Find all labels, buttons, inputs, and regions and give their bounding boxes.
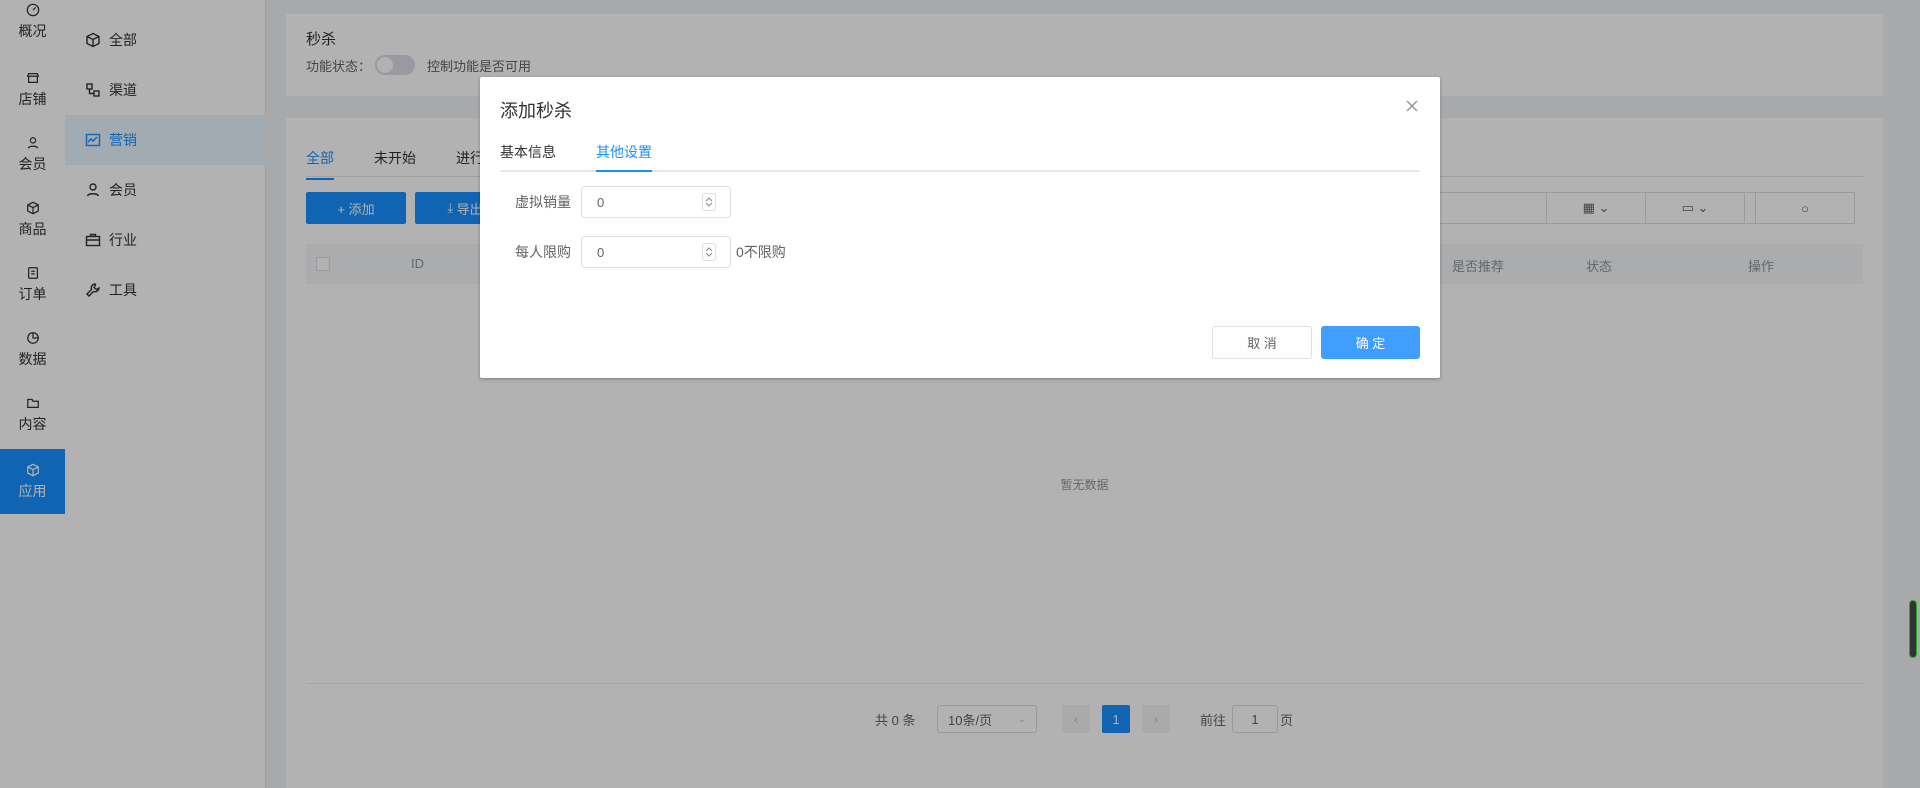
tab-other-settings[interactable]: 其他设置	[596, 142, 652, 172]
chevron-down-icon	[705, 202, 713, 207]
close-icon[interactable]	[1404, 98, 1420, 114]
virtual-sales-input[interactable]: 0	[581, 186, 731, 218]
virtual-sales-label: 虚拟销量	[515, 194, 571, 210]
purchase-limit-tip: 0不限购	[736, 244, 786, 260]
tab-basic-info[interactable]: 基本信息	[500, 142, 556, 170]
purchase-limit-input[interactable]: 0	[581, 236, 731, 268]
scrollbar-thumb[interactable]	[1909, 600, 1917, 658]
chevron-down-icon	[705, 252, 713, 257]
cancel-button[interactable]: 取 消	[1212, 326, 1312, 359]
virtual-sales-row: 虚拟销量 0	[500, 185, 731, 219]
dialog-tabs: 基本信息 其他设置	[500, 142, 1420, 172]
confirm-button[interactable]: 确 定	[1321, 326, 1420, 359]
number-stepper[interactable]	[702, 193, 716, 211]
purchase-limit-row: 每人限购 0 0不限购	[500, 235, 786, 269]
number-stepper[interactable]	[702, 243, 716, 261]
dialog-title: 添加秒杀	[500, 101, 572, 121]
purchase-limit-value: 0	[597, 244, 605, 260]
virtual-sales-value: 0	[597, 194, 605, 210]
add-flash-sale-dialog: 添加秒杀 基本信息 其他设置 虚拟销量 0 每人限购 0 0不限购 取 消 确 …	[480, 77, 1440, 378]
purchase-limit-label: 每人限购	[515, 244, 571, 260]
